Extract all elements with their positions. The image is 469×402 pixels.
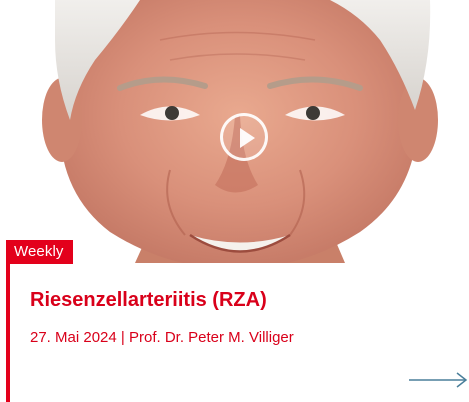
play-button[interactable] <box>220 113 268 161</box>
article-date: 27. Mai 2024 <box>30 329 117 346</box>
category-badge: Weekly <box>6 240 73 264</box>
play-circle-icon <box>240 128 255 148</box>
meta-separator: | <box>120 329 125 346</box>
article-author: Prof. Dr. Peter M. Villiger <box>128 329 294 346</box>
article-title[interactable]: Riesenzellarteriitis (RZA) <box>30 286 267 314</box>
video-thumbnail[interactable] <box>0 0 469 263</box>
article-card[interactable]: Weekly Riesenzellarteriitis (RZA) 27. Ma… <box>0 0 469 402</box>
article-meta: 27. Mai 2024 | Prof. Dr. Peter M. Villig… <box>30 328 294 348</box>
arrow-right-icon[interactable] <box>409 370 469 390</box>
accent-bar <box>6 240 10 402</box>
